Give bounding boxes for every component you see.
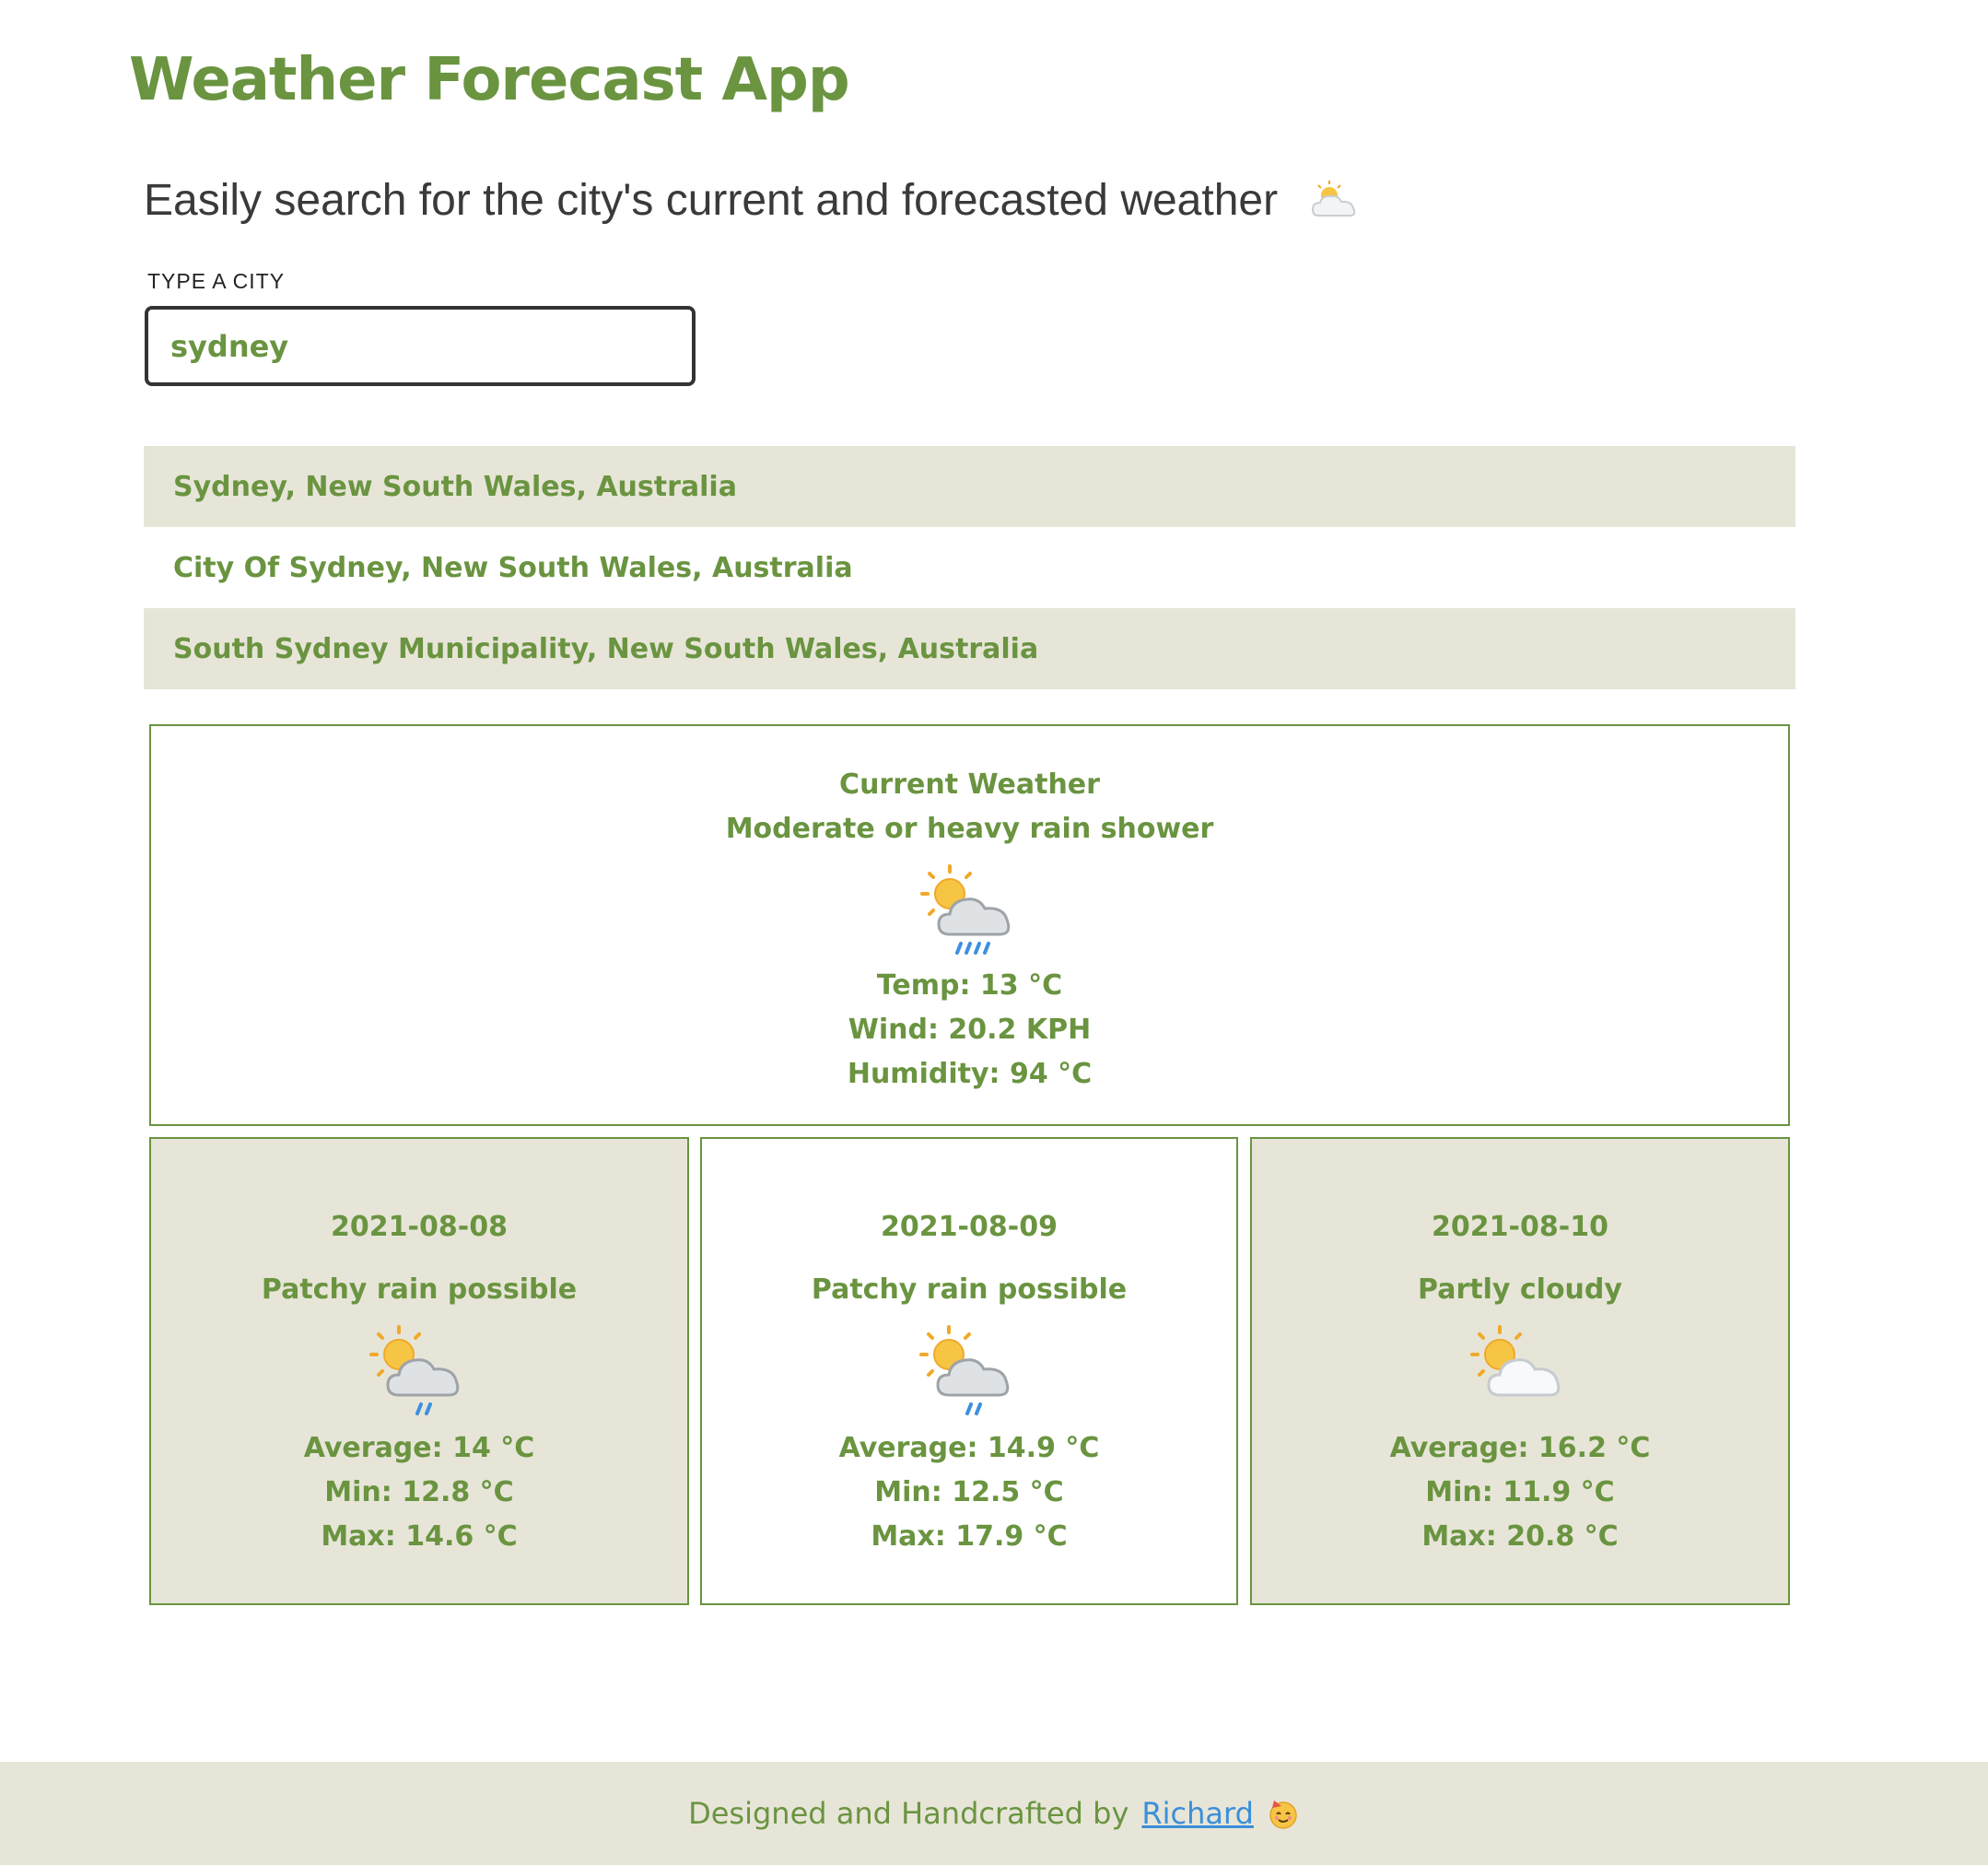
forecast-min: Min: 12.8 °C bbox=[324, 1476, 514, 1508]
sun-cloud-light-rain-icon bbox=[919, 1325, 1010, 1415]
current-condition: Moderate or heavy rain shower bbox=[725, 813, 1214, 845]
forecast-card: 2021-08-08 Patchy rain possible Average:… bbox=[149, 1137, 689, 1605]
sun-cloud-heavy-rain-icon bbox=[919, 864, 1010, 955]
current-weather-heading: Current Weather bbox=[839, 768, 1100, 801]
current-weather-card: Current Weather Moderate or heavy rain s… bbox=[149, 724, 1790, 1126]
forecast-max: Max: 20.8 °C bbox=[1421, 1520, 1619, 1553]
forecast-average: Average: 14.9 °C bbox=[838, 1432, 1100, 1464]
forecast-row: 2021-08-08 Patchy rain possible Average:… bbox=[149, 1137, 1790, 1605]
forecast-average: Average: 14 °C bbox=[303, 1432, 535, 1464]
forecast-min: Min: 11.9 °C bbox=[1425, 1476, 1615, 1508]
app-title: Weather Forecast App bbox=[129, 46, 850, 114]
forecast-max: Max: 14.6 °C bbox=[321, 1520, 518, 1553]
footer-text: Designed and Handcrafted by bbox=[688, 1796, 1129, 1831]
city-search-input[interactable] bbox=[145, 306, 696, 386]
city-input-label: TYPE A CITY bbox=[147, 269, 286, 293]
suggestion-list: Sydney, New South Wales, Australia City … bbox=[144, 446, 1795, 689]
forecast-condition: Patchy rain possible bbox=[811, 1273, 1128, 1306]
party-face-icon bbox=[1269, 1800, 1297, 1829]
subtitle-text: Easily search for the city's current and… bbox=[144, 176, 1279, 225]
forecast-condition: Patchy rain possible bbox=[261, 1273, 578, 1306]
suggestion-item[interactable]: South Sydney Municipality, New South Wal… bbox=[144, 608, 1795, 689]
forecast-max: Max: 17.9 °C bbox=[871, 1520, 1068, 1553]
forecast-card: 2021-08-10 Partly cloudy Average: 16.2 °… bbox=[1250, 1137, 1790, 1605]
forecast-min: Min: 12.5 °C bbox=[874, 1476, 1064, 1508]
sun-cloud-icon bbox=[1470, 1325, 1561, 1397]
suggestion-item[interactable]: Sydney, New South Wales, Australia bbox=[144, 446, 1795, 527]
footer: Designed and Handcrafted by Richard bbox=[0, 1762, 1988, 1865]
forecast-condition: Partly cloudy bbox=[1418, 1273, 1622, 1306]
forecast-average: Average: 16.2 °C bbox=[1389, 1432, 1651, 1464]
forecast-date: 2021-08-10 bbox=[1432, 1211, 1608, 1243]
current-wind: Wind: 20.2 KPH bbox=[848, 1014, 1092, 1046]
subtitle: Easily search for the city's current and… bbox=[144, 175, 1362, 226]
suggestion-item[interactable]: City Of Sydney, New South Wales, Austral… bbox=[144, 527, 1795, 608]
author-link[interactable]: Richard bbox=[1141, 1796, 1254, 1831]
sun-behind-cloud-icon bbox=[1312, 180, 1356, 217]
current-humidity: Humidity: 94 °C bbox=[847, 1058, 1093, 1090]
forecast-card: 2021-08-09 Patchy rain possible Average:… bbox=[700, 1137, 1238, 1605]
sun-cloud-light-rain-icon bbox=[369, 1325, 460, 1415]
current-temp: Temp: 13 °C bbox=[876, 969, 1063, 1002]
forecast-date: 2021-08-08 bbox=[331, 1211, 508, 1243]
forecast-date: 2021-08-09 bbox=[881, 1211, 1058, 1243]
